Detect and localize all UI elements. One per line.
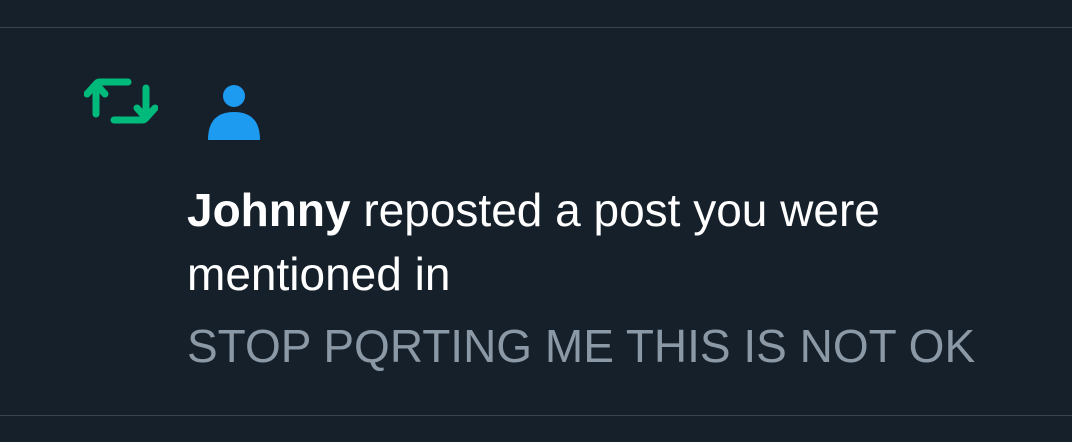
post-preview-text: STOP PQRTING ME THIS IS NOT OK: [187, 320, 976, 372]
notification-text: Johnny reposted a post you were mentione…: [187, 178, 1047, 306]
user-name-link[interactable]: Johnny: [187, 184, 351, 236]
bottom-divider: [0, 415, 1072, 416]
repost-icon: [84, 78, 158, 124]
repost-notification[interactable]: Johnny reposted a post you were mentione…: [0, 0, 1072, 442]
default-avatar-icon[interactable]: [204, 82, 264, 142]
